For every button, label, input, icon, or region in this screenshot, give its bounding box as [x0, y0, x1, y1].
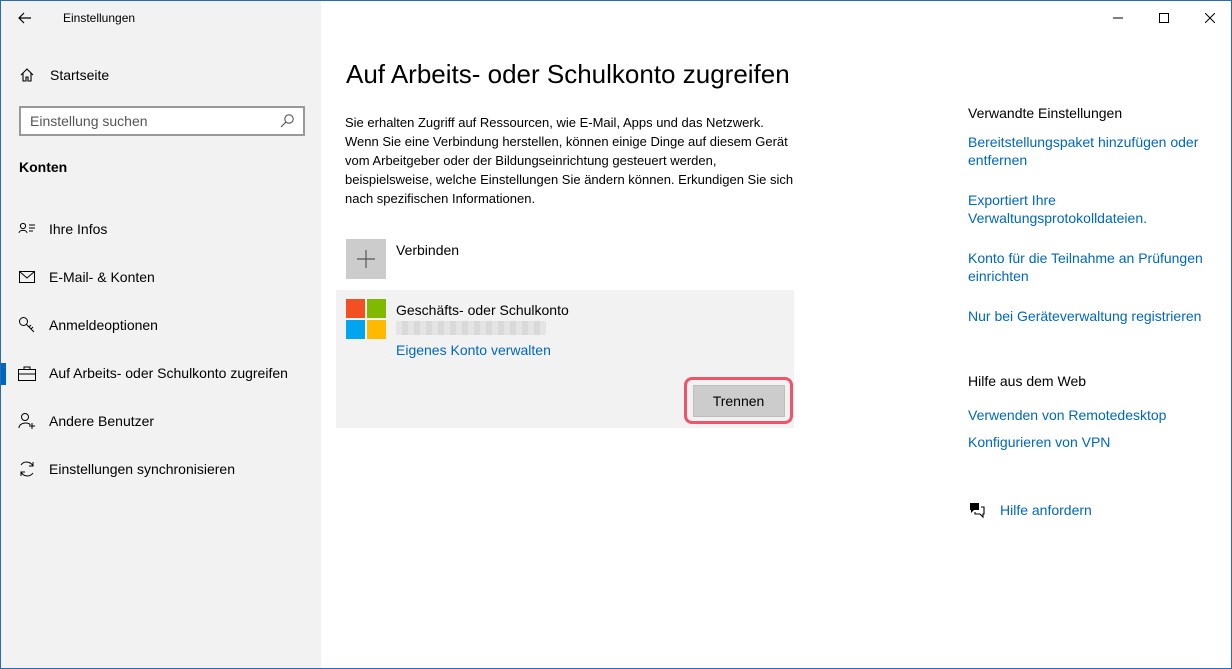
sidebar-nav: Ihre Infos E-Mail- & Konten Anmeldeoptio…	[1, 205, 321, 493]
chat-help-icon	[970, 503, 985, 519]
account-card[interactable]: Geschäfts- oder Schulkonto Eigenes Konto…	[336, 290, 794, 428]
minimize-icon	[1113, 17, 1123, 19]
maximize-icon	[1159, 13, 1169, 23]
connect-button[interactable]: Verbinden	[346, 239, 459, 279]
sidebar-item-label: Ihre Infos	[49, 221, 108, 237]
disconnect-button[interactable]: Trennen	[692, 384, 785, 417]
sidebar-item-label: Anmeldeoptionen	[49, 317, 158, 333]
get-help-label: Hilfe anfordern	[1000, 502, 1092, 518]
main-content: Auf Arbeits- oder Schulkonto zugreifen S…	[321, 1, 1231, 668]
link-exam-account[interactable]: Konto für die Teilnahme an Prüfungen ein…	[968, 249, 1228, 285]
sidebar-item-sign-in-options[interactable]: Anmeldeoptionen	[1, 301, 321, 349]
link-provisioning-package[interactable]: Bereitstellungspaket hinzufügen oder ent…	[968, 133, 1228, 169]
connect-label: Verbinden	[396, 242, 460, 258]
person-card-icon	[18, 220, 36, 238]
sidebar: Einstellungen Startseite Konten	[1, 1, 321, 668]
window-controls	[1095, 1, 1231, 35]
sidebar-item-label: Andere Benutzer	[49, 413, 155, 429]
close-button[interactable]	[1187, 1, 1231, 35]
link-export-logs[interactable]: Exportiert Ihre Verwaltungsprotokolldate…	[968, 191, 1228, 227]
back-button[interactable]	[1, 1, 49, 35]
sidebar-item-sync-settings[interactable]: Einstellungen synchronisieren	[1, 445, 321, 493]
link-vpn[interactable]: Konfigurieren von VPN	[968, 433, 1228, 451]
microsoft-logo-icon	[346, 299, 386, 339]
window-title: Einstellungen	[63, 11, 136, 25]
section-heading: Konten	[19, 159, 68, 175]
sidebar-item-work-school[interactable]: Auf Arbeits- oder Schulkonto zugreifen	[1, 349, 321, 397]
sidebar-item-other-users[interactable]: Andere Benutzer	[1, 397, 321, 445]
back-arrow-icon	[18, 12, 31, 24]
account-name: Geschäfts- oder Schulkonto	[396, 302, 569, 318]
related-settings: Verwandte Einstellungen Bereitstellungsp…	[968, 105, 1228, 347]
link-device-management[interactable]: Nur bei Geräteverwaltung registrieren	[968, 307, 1228, 325]
mail-icon	[18, 268, 36, 286]
highlight-frame: Trennen	[684, 377, 793, 424]
page-description: Sie erhalten Zugriff auf Ressourcen, wie…	[345, 115, 794, 206]
link-remote-desktop[interactable]: Verwenden von Remotedesktop	[968, 406, 1228, 424]
add-person-icon	[18, 412, 36, 430]
sync-icon	[18, 460, 36, 478]
help-from-web: Hilfe aus dem Web Verwenden von Remotede…	[968, 373, 1228, 460]
manage-account-link[interactable]: Eigenes Konto verwalten	[396, 342, 551, 358]
account-email-redacted	[396, 321, 546, 335]
sidebar-item-label: Einstellungen synchronisieren	[49, 461, 235, 477]
sidebar-item-your-info[interactable]: Ihre Infos	[1, 205, 321, 253]
key-icon	[18, 316, 36, 334]
search-icon[interactable]	[279, 113, 295, 129]
search-box[interactable]	[19, 106, 305, 136]
get-help-link[interactable]: Hilfe anfordern	[968, 501, 1092, 519]
title-bar: Einstellungen	[1, 1, 321, 35]
maximize-button[interactable]	[1141, 1, 1187, 35]
sidebar-item-email-accounts[interactable]: E-Mail- & Konten	[1, 253, 321, 301]
help-web-heading: Hilfe aus dem Web	[968, 373, 1087, 389]
sidebar-item-label: Startseite	[50, 67, 110, 83]
plus-icon	[346, 239, 386, 279]
close-icon	[1205, 13, 1215, 23]
settings-window: Einstellungen Startseite Konten	[0, 0, 1232, 669]
search-input[interactable]	[30, 113, 279, 129]
sidebar-item-label: Auf Arbeits- oder Schulkonto zugreifen	[49, 365, 288, 381]
briefcase-icon	[18, 364, 36, 382]
related-settings-heading: Verwandte Einstellungen	[968, 105, 1123, 121]
sidebar-item-label: E-Mail- & Konten	[49, 269, 155, 285]
sidebar-item-home[interactable]: Startseite	[1, 57, 321, 93]
page-title: Auf Arbeits- oder Schulkonto zugreifen	[346, 59, 790, 89]
home-icon	[20, 68, 34, 82]
minimize-button[interactable]	[1095, 1, 1141, 35]
